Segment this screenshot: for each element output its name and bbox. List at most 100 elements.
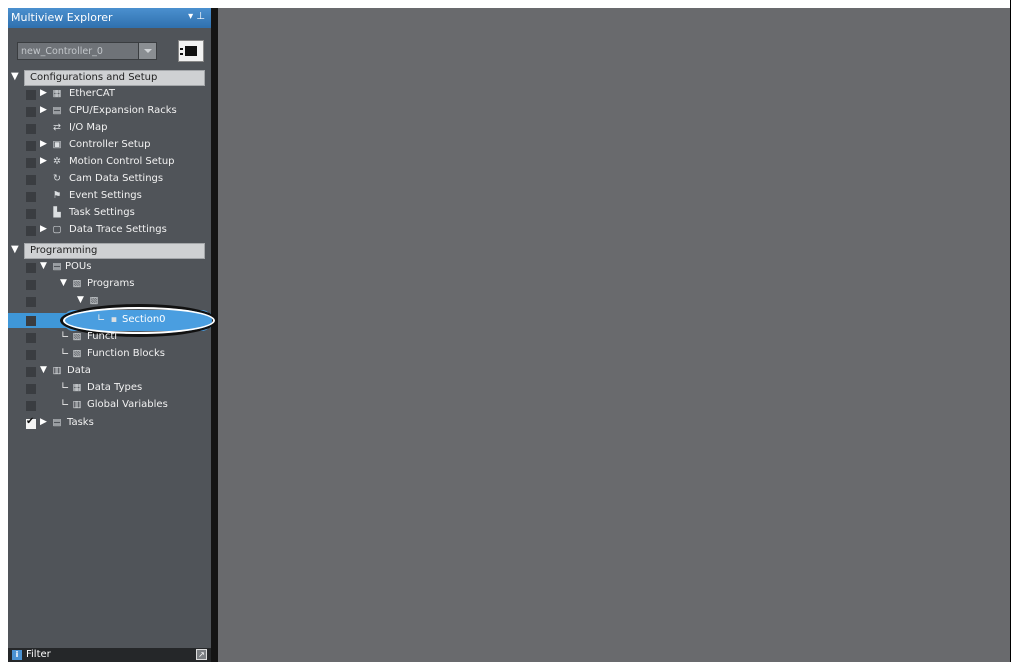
tree-item-pous[interactable]: ▼ ▤ POUs — [8, 259, 211, 276]
checkbox[interactable] — [26, 209, 36, 219]
controller-setup-icon: ▣ — [52, 139, 62, 150]
tree-branch-icon: ∟ — [61, 381, 70, 392]
expand-triangle-icon[interactable]: ▶ — [40, 156, 47, 166]
tree-item-label: POUs — [65, 261, 92, 272]
checkbox[interactable] — [26, 175, 36, 185]
expand-triangle-icon[interactable]: ▶ — [40, 105, 47, 115]
section-label: Configurations and Setup — [30, 72, 158, 83]
checkbox-checked[interactable] — [26, 416, 36, 429]
panel-splitter[interactable] — [211, 8, 218, 662]
tree-item-label: Cam Data Settings — [69, 173, 164, 184]
checkbox[interactable] — [26, 124, 36, 134]
function-blocks-icon: ▧ — [72, 348, 82, 359]
tree-item-label: Function Blocks — [87, 348, 165, 359]
controller-icon[interactable] — [178, 40, 204, 62]
tree-item-io-map[interactable]: ⇄ I/O Map — [8, 120, 211, 137]
expand-triangle-icon[interactable]: ▶ — [40, 88, 47, 98]
tree-item-label: Task Settings — [69, 207, 135, 218]
tree-item-data-trace-settings[interactable]: ▶ ▢ Data Trace Settings — [8, 222, 211, 239]
filter-bar[interactable]: i Filter ↗ — [8, 648, 211, 662]
checkbox[interactable] — [26, 297, 36, 307]
data-types-icon: ▦ — [72, 382, 82, 393]
checkbox[interactable] — [26, 401, 36, 411]
expand-triangle-icon[interactable]: ▼ — [60, 278, 67, 288]
tree-item-global-variables[interactable]: ∟ ▥ Global Variables — [8, 397, 211, 414]
tree-item-cam-data-settings[interactable]: ↻ Cam Data Settings — [8, 171, 211, 188]
checkbox[interactable] — [26, 158, 36, 168]
tree-item-label: Data — [67, 365, 91, 376]
tree-item-programs[interactable]: ▼ ▧ Programs — [8, 276, 211, 293]
checkbox[interactable] — [26, 384, 36, 394]
tree-item-label: Data Types — [87, 382, 143, 393]
cam-icon: ↻ — [53, 173, 61, 184]
tree-item-data-types[interactable]: ∟ ▦ Data Types — [8, 380, 211, 397]
collapse-triangle-icon[interactable]: ▼ — [11, 71, 19, 82]
pou-icon: ▤ — [52, 261, 62, 272]
checkbox[interactable] — [26, 316, 36, 326]
checkbox[interactable] — [26, 350, 36, 360]
chevron-down-icon[interactable] — [138, 43, 156, 59]
tree-item-task-settings[interactable]: ▙ Task Settings — [8, 205, 211, 222]
programs-icon: ▧ — [72, 278, 82, 289]
checkbox[interactable] — [26, 141, 36, 151]
global-variables-icon: ▥ — [72, 399, 82, 410]
tree-item-label: EtherCAT — [69, 88, 115, 99]
ethercat-icon: ▦ — [52, 88, 62, 99]
checkbox[interactable] — [26, 333, 36, 343]
expand-triangle-icon[interactable]: ▶ — [40, 417, 47, 427]
tree-item-functions[interactable]: ∟ ▧ Functi — [8, 329, 211, 346]
explorer-title-bar: Multiview Explorer ▾ ⊥ — [8, 8, 211, 28]
section-configurations-and-setup[interactable]: Configurations and Setup — [24, 70, 205, 86]
tree-item-label: Motion Control Setup — [69, 156, 175, 167]
tree-item-data[interactable]: ▼ ▥ Data — [8, 363, 211, 380]
expand-triangle-icon[interactable]: ▼ — [77, 295, 84, 305]
motion-gear-icon: ✲ — [53, 156, 61, 167]
checkbox[interactable] — [26, 90, 36, 100]
tasks-icon: ▤ — [52, 417, 62, 428]
tree-item-program0[interactable]: ▼ ▧ — [8, 293, 211, 310]
checkbox[interactable] — [26, 367, 36, 377]
data-trace-icon: ▢ — [52, 224, 62, 235]
functions-icon: ▧ — [72, 331, 82, 342]
controller-select[interactable]: new_Controller_0 — [17, 42, 157, 60]
tree-branch-icon: ∟ — [61, 398, 70, 409]
info-icon: i — [12, 650, 22, 660]
tree-item-label: Section0 — [122, 314, 166, 325]
tree-item-label: Programs — [87, 278, 135, 289]
tree-item-section0[interactable]: ∟ ▪ Section0 — [8, 312, 211, 329]
section-programming[interactable]: Programming — [24, 243, 205, 259]
expand-triangle-icon[interactable]: ▼ — [40, 365, 47, 375]
tree-item-label: Event Settings — [69, 190, 142, 201]
section-icon: ▪ — [110, 314, 118, 325]
collapse-triangle-icon[interactable]: ▼ — [11, 244, 19, 255]
tree-item-event-settings[interactable]: ⚑ Event Settings — [8, 188, 211, 205]
rack-icon: ▤ — [52, 105, 62, 116]
filter-label[interactable]: Filter — [26, 649, 51, 660]
tree-item-controller-setup[interactable]: ▶ ▣ Controller Setup — [8, 137, 211, 154]
checkbox[interactable] — [26, 280, 36, 290]
tree-branch-icon: ∟ — [61, 347, 70, 358]
editor-area[interactable] — [218, 8, 1010, 662]
tree-item-ethercat[interactable]: ▶ ▦ EtherCAT — [8, 86, 211, 103]
tree-item-function-blocks[interactable]: ∟ ▧ Function Blocks — [8, 346, 211, 363]
section-label: Programming — [30, 245, 98, 256]
expand-triangle-icon[interactable]: ▶ — [40, 139, 47, 149]
checkbox[interactable] — [26, 226, 36, 236]
explorer-title: Multiview Explorer — [11, 11, 113, 24]
io-map-icon: ⇄ — [53, 122, 61, 133]
checkbox[interactable] — [26, 107, 36, 117]
expand-triangle-icon[interactable]: ▼ — [40, 261, 47, 271]
pin-icon[interactable]: ▾ ⊥ — [188, 11, 205, 22]
data-icon: ▥ — [52, 365, 62, 376]
checkbox[interactable] — [26, 263, 36, 273]
expand-filter-icon[interactable]: ↗ — [196, 649, 207, 660]
expand-triangle-icon[interactable]: ▶ — [40, 224, 47, 234]
checkbox[interactable] — [26, 192, 36, 202]
tree-item-label: Global Variables — [87, 399, 168, 410]
tree-item-motion-control-setup[interactable]: ▶ ✲ Motion Control Setup — [8, 154, 211, 171]
tree-item-tasks[interactable]: ▶ ▤ Tasks — [8, 415, 211, 432]
tree-item-label: Controller Setup — [69, 139, 151, 150]
tree-item-cpu-expansion-racks[interactable]: ▶ ▤ CPU/Expansion Racks — [8, 103, 211, 120]
program-icon: ▧ — [89, 295, 99, 306]
tree-item-label: CPU/Expansion Racks — [69, 105, 177, 116]
